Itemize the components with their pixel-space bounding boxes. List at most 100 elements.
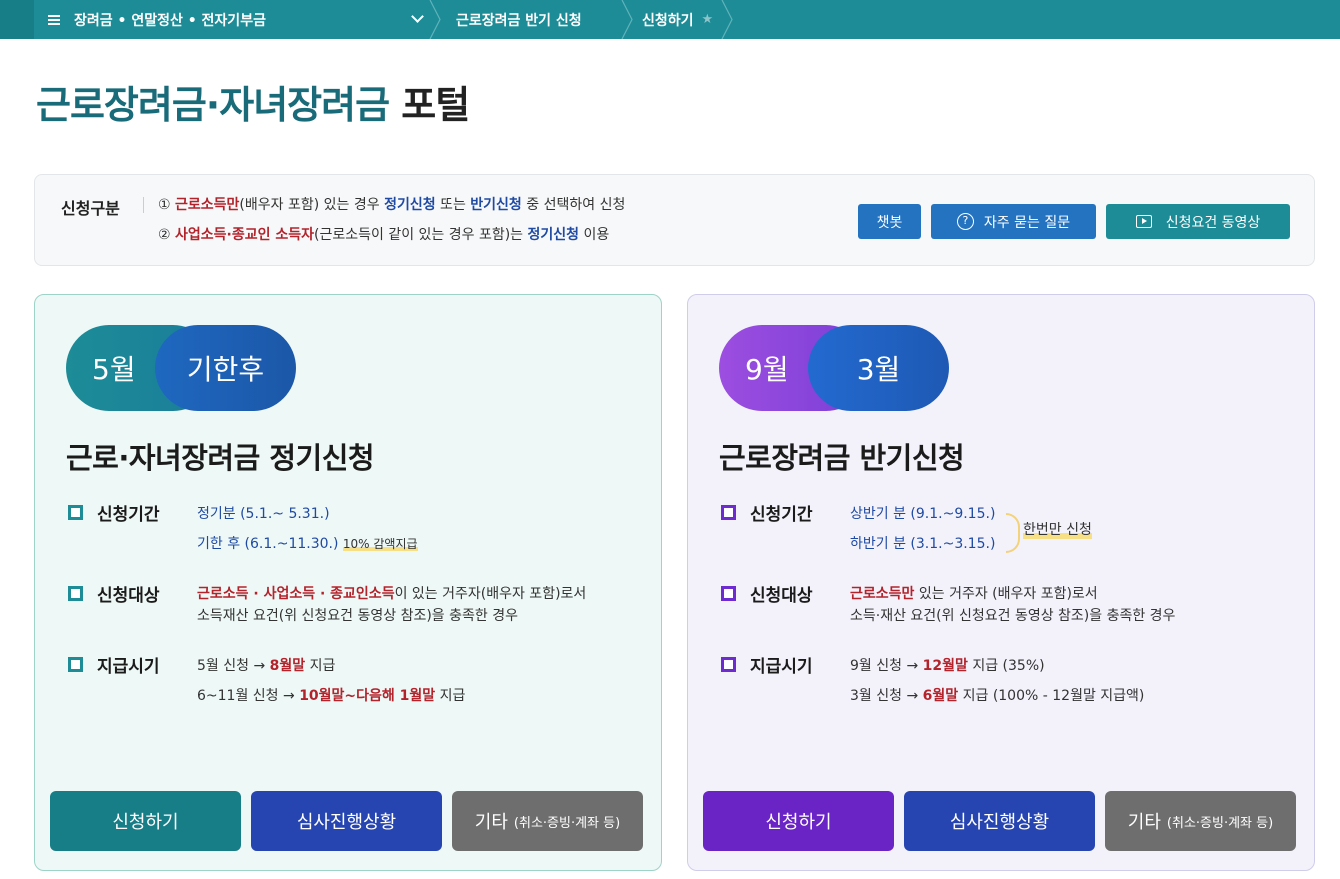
chevron-down-icon (411, 10, 424, 23)
faq-button[interactable]: ? 자주 묻는 질문 (931, 204, 1096, 239)
apply-once-note: 한번만 신청 (1023, 519, 1092, 539)
breadcrumb-separator-icon (428, 0, 442, 39)
apply-button[interactable]: 신청하기 (50, 791, 241, 851)
payment-text: 3월 신청 → (850, 688, 923, 704)
video-button-label: 신청요건 동영상 (1165, 214, 1261, 231)
highlight-text: 반기신청 (470, 197, 522, 213)
info-text: 이용 (579, 227, 610, 243)
divider (143, 197, 144, 213)
chatbot-button[interactable]: 챗봇 (858, 204, 921, 239)
period-first-half: 상반기 분 (9.1.~9.15.) (850, 503, 995, 523)
target-line-1: 근로소득 · 사업소득 · 종교인소득이 있는 거주자(배우자 포함)로서 (197, 583, 586, 603)
pill-after-deadline: 기한후 (155, 325, 296, 411)
payment-text: 6~11월 신청 → (197, 688, 300, 704)
card-title: 근로장려금 반기신청 (719, 441, 965, 475)
breadcrumb-2-label: 신청하기 (642, 12, 694, 29)
payment-heading: 지급시기 (721, 652, 813, 677)
breadcrumb-separator-icon (620, 0, 634, 39)
target-line-1: 근로소득만 있는 거주자 (배우자 포함)로서 (850, 583, 1098, 603)
chatbot-button-label: 챗봇 (876, 214, 903, 231)
info-text: 중 선택하여 신청 (521, 197, 626, 213)
other-button-sublabel: (취소·증빙·계좌 등) (1166, 815, 1274, 831)
period-label: 신청기간 (750, 505, 813, 525)
page-title: 근로장려금·자녀장려금 포털 (36, 74, 470, 129)
info-label: 신청구분 (61, 199, 120, 218)
period-pill: 9월 3월 (719, 325, 949, 411)
square-bullet-icon (721, 505, 736, 520)
info-line-1: ① 근로소득만(배우자 포함) 있는 경우 정기신청 또는 반기신청 중 선택하… (158, 194, 625, 214)
review-status-button[interactable]: 심사진행상황 (251, 791, 442, 851)
payment-text: 5월 신청 → (197, 658, 270, 674)
payment-text: 지급 (435, 688, 466, 704)
info-text: 또는 (435, 197, 471, 213)
number-marker: ② (158, 227, 171, 243)
period-second-half-text: 하반기 분 (3.1.~3.15.) (850, 536, 996, 552)
half-year-application-card: 9월 3월 근로장려금 반기신청 신청기간 상반기 분 (9.1.~9.15.)… (687, 294, 1315, 871)
highlight-text: 정기신청 (527, 227, 580, 243)
page-title-suffix: 포털 (401, 83, 470, 127)
number-marker: ① (158, 197, 171, 213)
application-type-info-box: 신청구분 ① 근로소득만(배우자 포함) 있는 경우 정기신청 또는 반기신청 … (34, 174, 1315, 266)
target-text: 소득·재산 요건(위 신청요건 동영상 참조)을 충족한 경우 (850, 608, 1176, 624)
hamburger-icon (48, 13, 60, 27)
target-heading: 신청대상 (68, 581, 160, 606)
page-title-main: 근로장려금·자녀장려금 (36, 83, 390, 127)
other-button-sublabel: (취소·증빙·계좌 등) (513, 815, 621, 831)
apply-button-label: 신청하기 (765, 812, 832, 833)
period-late-text: 기한 후 (6.1.~11.30.) (197, 536, 339, 552)
payment-line-1: 5월 신청 → 8월말 지급 (197, 655, 335, 675)
target-text: 있는 거주자 (배우자 포함)로서 (914, 586, 1098, 602)
info-text: (배우자 포함) 있는 경우 (239, 197, 385, 213)
period-second-half: 하반기 분 (3.1.~3.15.) (850, 533, 995, 553)
other-button[interactable]: 기타 (취소·증빙·계좌 등) (1105, 791, 1296, 851)
review-status-label: 심사진행상황 (949, 812, 1050, 833)
square-bullet-icon (721, 657, 736, 672)
payment-text: 지급 (100% - 12월말 지급액) (958, 688, 1145, 704)
period-regular: 정기분 (5.1.~ 5.31.) (197, 503, 330, 523)
pill-march: 3월 (808, 325, 949, 411)
payment-line-2: 6~11월 신청 → 10월말~다음해 1월말 지급 (197, 685, 465, 705)
period-heading: 신청기간 (68, 500, 160, 525)
square-bullet-icon (68, 586, 83, 601)
highlight-text: 근로소득만 (175, 197, 240, 213)
payment-heading: 지급시기 (68, 652, 160, 677)
square-bullet-icon (721, 586, 736, 601)
target-heading: 신청대상 (721, 581, 813, 606)
target-text: 소득재산 요건(위 신청요건 동영상 참조)을 충족한 경우 (197, 608, 518, 624)
highlight-text: 정기신청 (384, 197, 436, 213)
target-label: 신청대상 (750, 586, 813, 606)
breadcrumb-separator-icon (720, 0, 734, 39)
target-text: 이 있는 거주자(배우자 포함)로서 (394, 586, 587, 602)
payment-text: 9월 신청 → (850, 658, 923, 674)
apply-button[interactable]: 신청하기 (703, 791, 894, 851)
star-icon[interactable]: ★ (702, 12, 714, 27)
requirements-video-button[interactable]: 신청요건 동영상 (1106, 204, 1290, 239)
payment-label: 지급시기 (750, 657, 813, 677)
top-nav-bar: 장려금 • 연말정산 • 전자기부금 근로장려금 반기 신청 신청하기 ★ (0, 0, 1340, 39)
category-menu-label: 장려금 • 연말정산 • 전자기부금 (74, 12, 266, 29)
payment-line-2: 3월 신청 → 6월말 지급 (100% - 12월말 지급액) (850, 685, 1144, 705)
breadcrumb-link[interactable]: 근로장려금 반기 신청 (456, 0, 582, 39)
period-heading: 신청기간 (721, 500, 813, 525)
payment-date: 10월말~다음해 1월말 (299, 688, 436, 704)
other-button-label: 기타 (1127, 812, 1161, 833)
target-income-types: 근로소득 · 사업소득 · 종교인소득 (197, 586, 395, 602)
breadcrumb-current: 신청하기 ★ (642, 0, 713, 39)
bracket-icon (1006, 513, 1020, 553)
card-title: 근로·자녀장려금 정기신청 (66, 441, 375, 475)
target-line-2: 소득·재산 요건(위 신청요건 동영상 참조)을 충족한 경우 (850, 605, 1175, 625)
target-line-2: 소득재산 요건(위 신청요건 동영상 참조)을 충족한 경우 (197, 605, 518, 625)
faq-button-label: 자주 묻는 질문 (983, 214, 1071, 231)
review-status-button[interactable]: 심사진행상황 (904, 791, 1095, 851)
payment-label: 지급시기 (97, 657, 160, 677)
period-regular-text: 정기분 (5.1.~ 5.31.) (197, 506, 330, 522)
payment-text: 지급 (35%) (967, 658, 1045, 674)
nav-left-strip (0, 0, 34, 39)
category-menu-dropdown[interactable]: 장려금 • 연말정산 • 전자기부금 (48, 0, 428, 39)
other-button[interactable]: 기타 (취소·증빙·계좌 등) (452, 791, 643, 851)
reduction-note: 10% 감액지급 (342, 537, 418, 551)
play-icon (1135, 215, 1152, 228)
target-label: 신청대상 (97, 586, 160, 606)
apply-button-label: 신청하기 (112, 812, 179, 833)
payment-date: 8월말 (269, 658, 306, 674)
